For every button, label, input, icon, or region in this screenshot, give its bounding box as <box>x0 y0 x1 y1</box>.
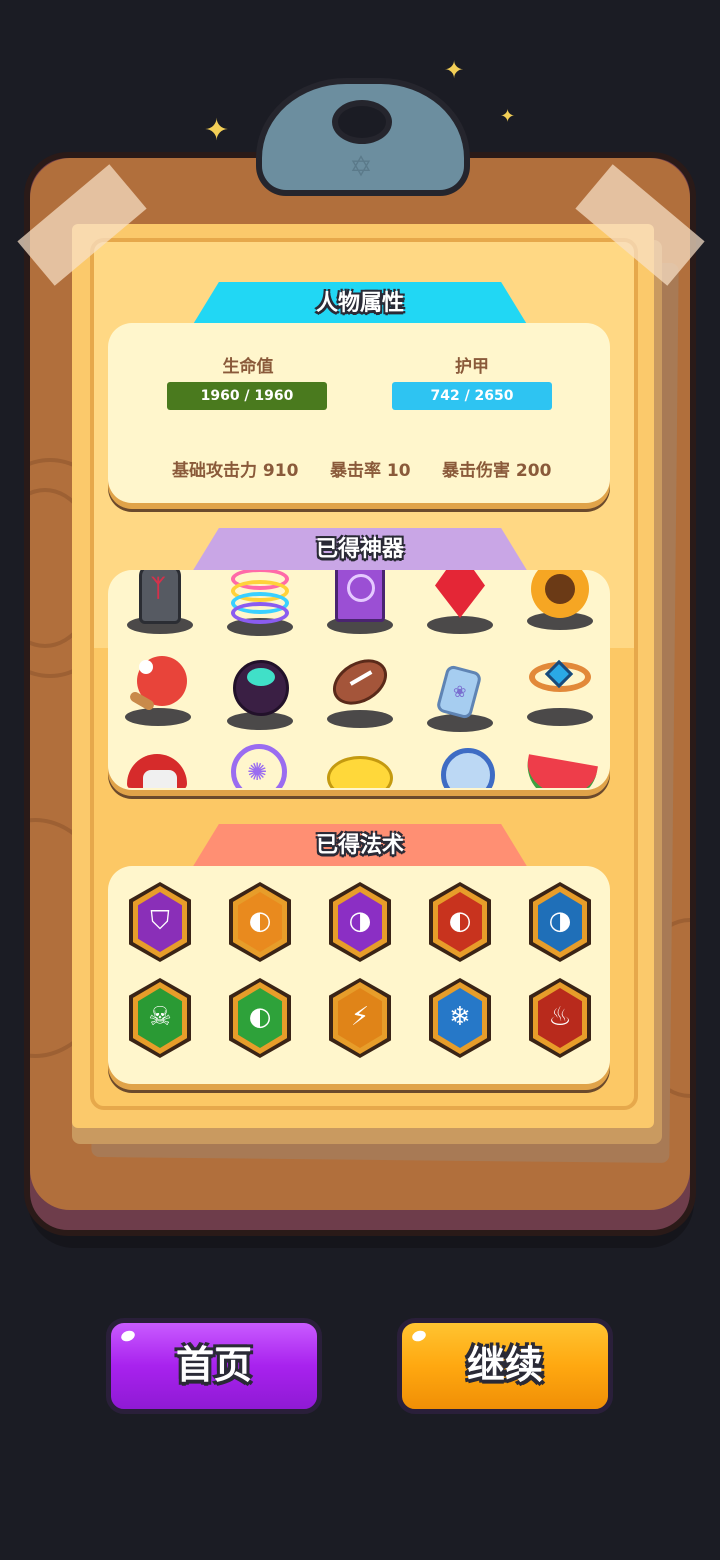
artifacts-grid[interactable]: ᛉ ❀ ✺ <box>108 570 610 788</box>
purple-spellbook-icon[interactable] <box>325 570 395 634</box>
red-orbit-spell-icon[interactable]: ◐ <box>429 882 491 962</box>
clip-hole <box>332 100 392 144</box>
orange-lightning-shield-spell-icon[interactable]: ⚡ <box>329 978 391 1058</box>
green-orbit-spell-icon[interactable]: ◐ <box>229 978 291 1058</box>
dreamcatcher-icon[interactable]: ✺ <box>225 744 295 788</box>
purple-orbit-spell-icon[interactable]: ◑ <box>329 882 391 962</box>
gem-bracelet-icon[interactable] <box>525 656 595 726</box>
purple-shield-spell-icon[interactable]: ⛉ <box>129 882 191 962</box>
red-fire-shield-spell-icon[interactable]: ♨ <box>529 978 591 1058</box>
blue-frost-shield-spell-icon[interactable]: ❄ <box>429 978 491 1058</box>
armor-value: 742 / 2650 <box>430 388 514 404</box>
crystal-orb-icon[interactable] <box>225 660 295 730</box>
mushroom-icon[interactable] <box>123 754 193 788</box>
green-skull-shield-spell-icon[interactable]: ☠ <box>129 978 191 1058</box>
hp-value: 1960 / 1960 <box>200 388 294 404</box>
sunflower-icon[interactable] <box>525 570 595 630</box>
home-button[interactable]: 首页 <box>106 1318 322 1414</box>
sparkle-icon: ✦ <box>500 106 516 127</box>
attributes-section-title: 人物属性 <box>192 282 528 326</box>
hp-label: 生命值 <box>222 357 274 377</box>
spells-section-title: 已得法术 <box>192 824 528 868</box>
armor-label: 护甲 <box>455 357 489 377</box>
rune-stone-icon[interactable]: ᛉ <box>125 570 195 634</box>
blue-orbit-spell-icon[interactable]: ◑ <box>529 882 591 962</box>
base-attack-stat: 基础攻击力 910 <box>172 461 299 481</box>
charm-tag-icon[interactable]: ❀ <box>425 662 495 732</box>
continue-button-label: 继续 <box>466 1343 543 1387</box>
artifacts-section-title: 已得神器 <box>192 528 528 572</box>
orange-orbit-spell-icon[interactable]: ◐ <box>229 882 291 962</box>
hp-bar: 1960 / 1960 <box>167 382 327 410</box>
continue-button[interactable]: 继续 <box>397 1318 613 1414</box>
ping-pong-paddle-icon[interactable] <box>123 656 193 726</box>
watermelon-icon[interactable] <box>522 754 598 788</box>
lemon-icon[interactable] <box>325 756 395 788</box>
armor-bar: 742 / 2650 <box>392 382 552 410</box>
crit-rate-stat: 暴击率 10 <box>330 461 411 481</box>
sparkle-icon: ✦ <box>204 113 230 148</box>
football-icon[interactable] <box>324 650 396 728</box>
red-gem-icon[interactable] <box>425 570 495 634</box>
star-emblem-icon: ✡ <box>349 150 373 183</box>
mirror-icon[interactable] <box>435 748 505 788</box>
home-button-label: 首页 <box>175 1343 252 1387</box>
rainbow-rings-icon[interactable] <box>225 570 295 636</box>
crit-damage-stat: 暴击伤害 200 <box>442 461 552 481</box>
sparkle-icon: ✦ <box>444 56 465 84</box>
